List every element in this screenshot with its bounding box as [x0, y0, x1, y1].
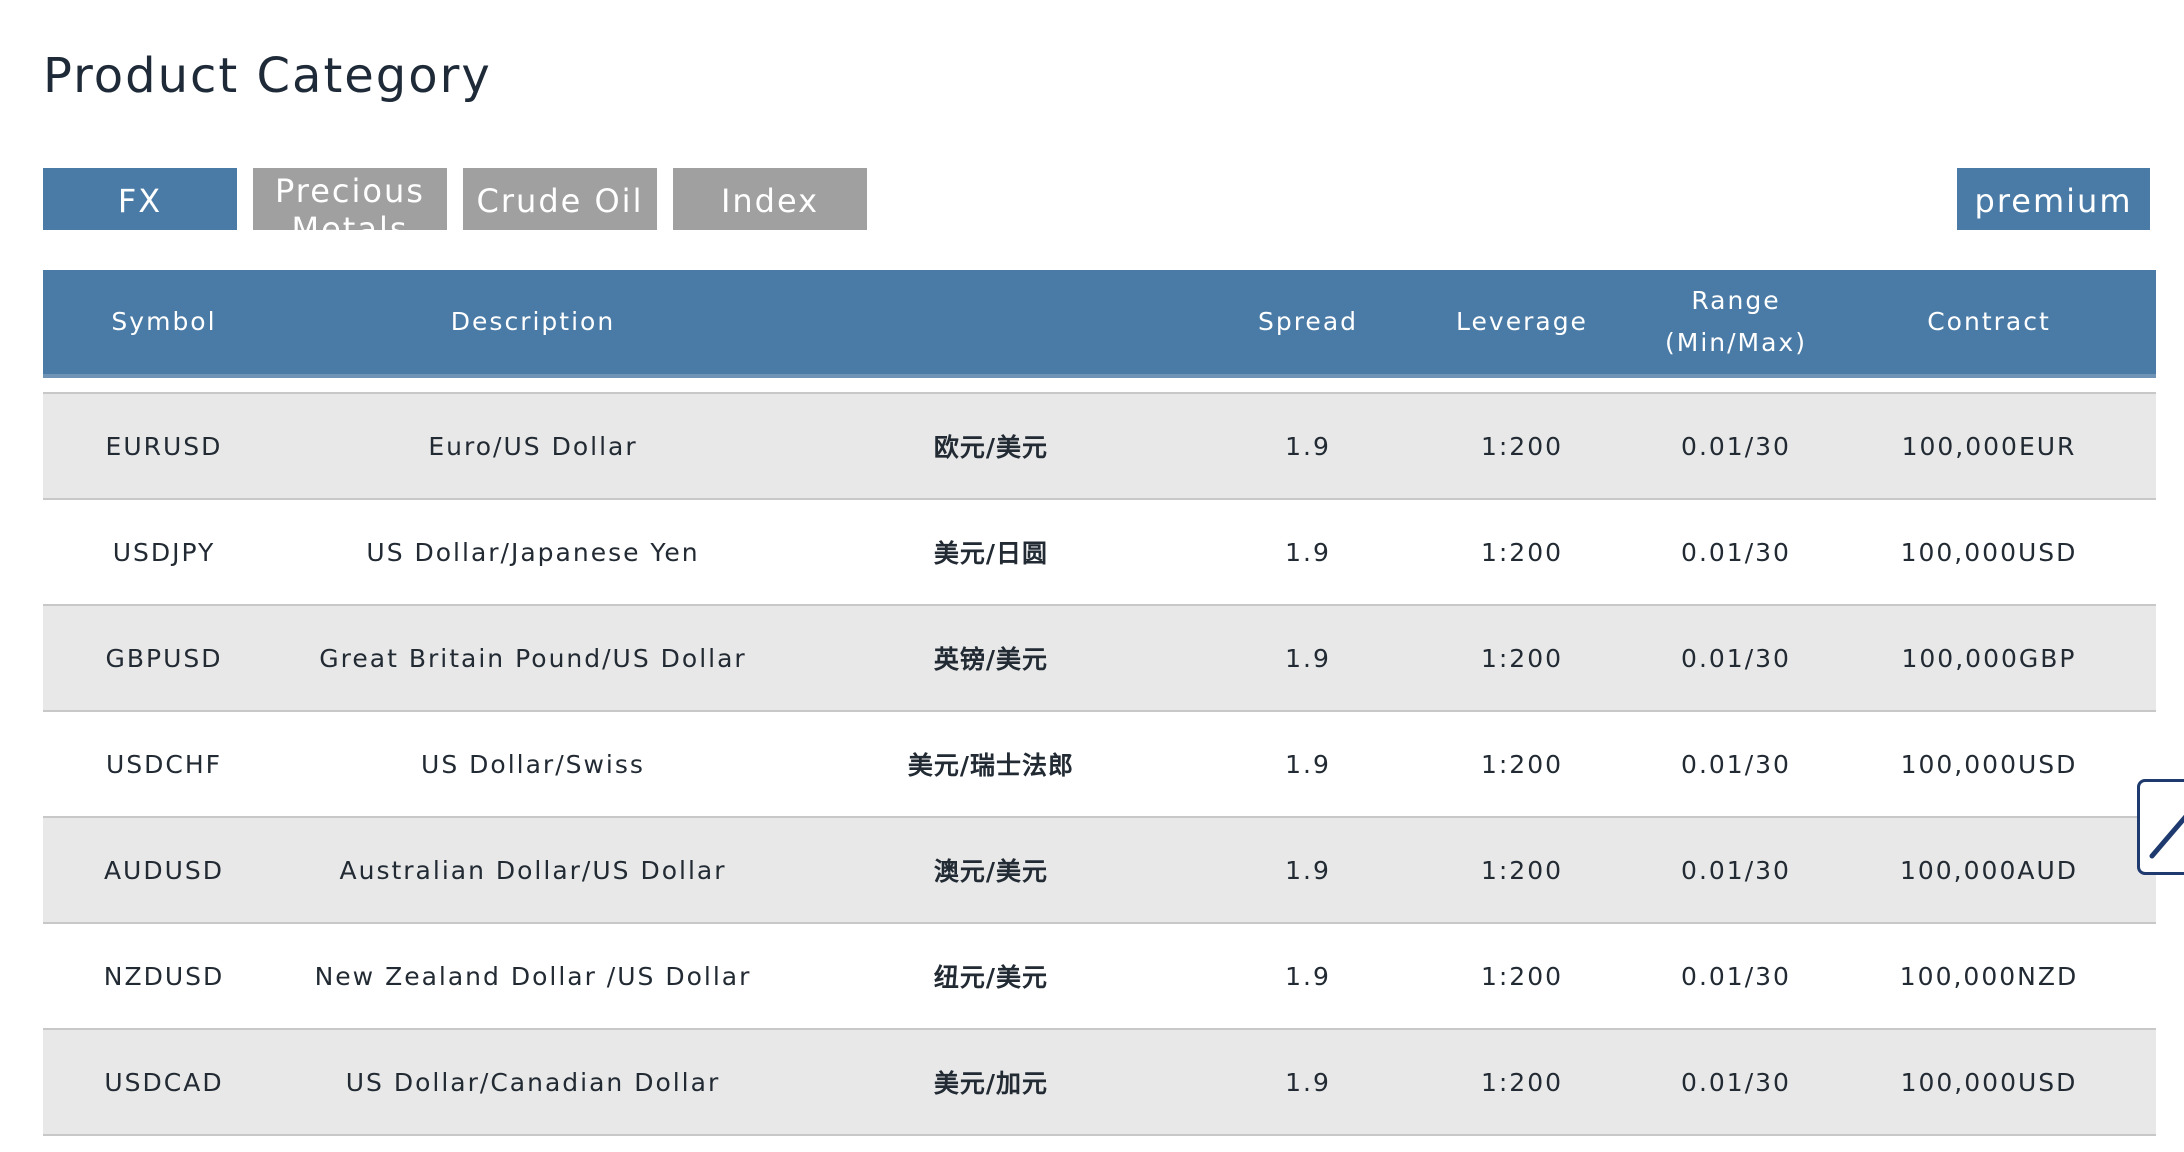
cell-leverage: 1:200	[1480, 643, 1564, 673]
cell-chinese-name: 澳元/美元	[933, 857, 1049, 886]
cell-range: 0.01/30	[1681, 1067, 1791, 1097]
header-contract: Contract	[1927, 307, 2051, 336]
header-leverage: Leverage	[1456, 307, 1588, 336]
tab-fx[interactable]: FX	[43, 168, 237, 230]
cell-range: 0.01/30	[1681, 431, 1791, 461]
cell-description: US Dollar/Japanese Yen	[366, 537, 700, 567]
cell-symbol: NZDUSD	[103, 961, 225, 991]
cell-spread: 1.9	[1285, 855, 1331, 885]
header-spread: Spread	[1257, 307, 1359, 336]
tab-crude-oil[interactable]: Crude Oil	[463, 168, 657, 230]
cell-description: Great Britain Pound/US Dollar	[319, 643, 747, 673]
cell-contract: 100,000NZD	[1899, 961, 2079, 991]
cell-description: Australian Dollar/US Dollar	[339, 855, 727, 885]
cell-symbol: USDCHF	[105, 749, 223, 779]
cell-symbol: USDJPY	[112, 537, 216, 567]
cell-chinese-name: 美元/瑞士法郎	[907, 751, 1075, 780]
table-row: NZDUSD New Zealand Dollar /US Dollar 纽元/…	[43, 924, 2156, 1030]
cell-chinese-name: 英镑/美元	[933, 645, 1049, 674]
table-row: USDCAD US Dollar/Canadian Dollar 美元/加元 1…	[43, 1030, 2156, 1136]
table-row: AUDUSD Australian Dollar/US Dollar 澳元/美元…	[43, 818, 2156, 924]
cell-leverage: 1:200	[1480, 961, 1564, 991]
cell-spread: 1.9	[1285, 537, 1331, 567]
cell-spread: 1.9	[1285, 643, 1331, 673]
cell-description: Euro/US Dollar	[428, 431, 638, 461]
edit-pencil-icon	[2149, 814, 2184, 859]
table-row: USDCHF US Dollar/Swiss 美元/瑞士法郎 1.9 1:200…	[43, 712, 2156, 818]
header-description: Description	[450, 307, 616, 336]
cell-spread: 1.9	[1285, 1067, 1331, 1097]
cell-range: 0.01/30	[1681, 537, 1791, 567]
cell-leverage: 1:200	[1480, 749, 1564, 779]
cell-range: 0.01/30	[1681, 855, 1791, 885]
cell-symbol: AUDUSD	[103, 855, 225, 885]
cell-contract: 100,000GBP	[1901, 643, 2077, 673]
cell-range: 0.01/30	[1681, 643, 1791, 673]
header-range: Range (Min/Max)	[1629, 270, 1843, 374]
cell-symbol: GBPUSD	[105, 643, 223, 673]
page-title: Product Category	[43, 48, 492, 104]
cell-contract: 100,000USD	[1900, 1067, 2078, 1097]
table-header: Symbol Description Spread Leverage Range…	[43, 270, 2156, 378]
cell-leverage: 1:200	[1480, 855, 1564, 885]
premium-button[interactable]: premium	[1957, 168, 2150, 230]
table-row: USDJPY US Dollar/Japanese Yen 美元/日圆 1.9 …	[43, 500, 2156, 606]
cell-chinese-name: 纽元/美元	[933, 963, 1049, 992]
table-row: GBPUSD Great Britain Pound/US Dollar 英镑/…	[43, 606, 2156, 712]
cell-symbol: USDCAD	[104, 1067, 224, 1097]
cell-leverage: 1:200	[1480, 1067, 1564, 1097]
cell-contract: 100,000USD	[1900, 749, 2078, 779]
cell-leverage: 1:200	[1480, 431, 1564, 461]
cell-description: US Dollar/Swiss	[421, 749, 645, 779]
product-table: Symbol Description Spread Leverage Range…	[43, 270, 2156, 1136]
cell-spread: 1.9	[1285, 749, 1331, 779]
header-gap	[43, 378, 2156, 394]
table-row: EURUSD Euro/US Dollar 欧元/美元 1.9 1:200 0.…	[43, 394, 2156, 500]
cell-range: 0.01/30	[1681, 749, 1791, 779]
cell-description: New Zealand Dollar /US Dollar	[314, 961, 752, 991]
header-range-line1: Range	[1691, 286, 1781, 315]
cell-contract: 100,000AUD	[1899, 855, 2079, 885]
cell-spread: 1.9	[1285, 961, 1331, 991]
cell-leverage: 1:200	[1480, 537, 1564, 567]
cell-range: 0.01/30	[1681, 961, 1791, 991]
edit-widget-button[interactable]	[2137, 779, 2184, 875]
cell-contract: 100,000EUR	[1901, 431, 2077, 461]
header-range-line2: (Min/Max)	[1665, 328, 1807, 357]
tab-index[interactable]: Index	[673, 168, 867, 230]
tab-precious-metals[interactable]: Precious Metals	[253, 168, 447, 230]
cell-spread: 1.9	[1285, 431, 1331, 461]
cell-chinese-name: 美元/日圆	[933, 539, 1049, 568]
cell-symbol: EURUSD	[105, 431, 223, 461]
header-symbol: Symbol	[111, 307, 217, 336]
cell-chinese-name: 欧元/美元	[933, 433, 1049, 462]
cell-contract: 100,000USD	[1900, 537, 2078, 567]
cell-description: US Dollar/Canadian Dollar	[345, 1067, 721, 1097]
cell-chinese-name: 美元/加元	[933, 1069, 1049, 1098]
